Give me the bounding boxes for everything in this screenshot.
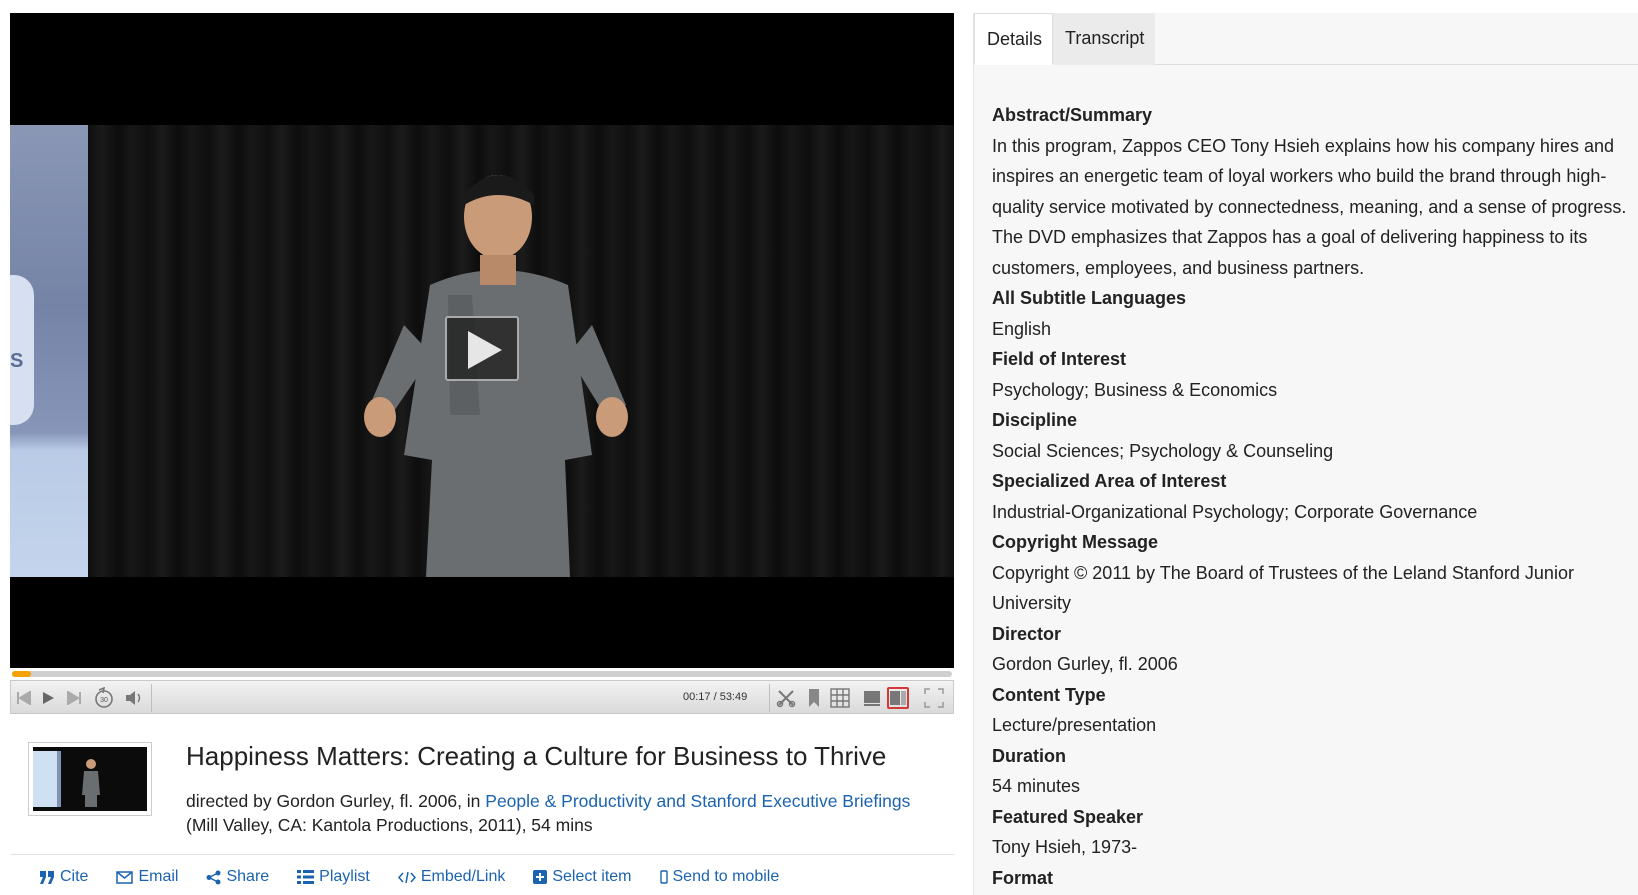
detail-value: Lecture/presentation bbox=[992, 715, 1157, 735]
byline-prefix: directed by Gordon Gurley, fl. 2006, in bbox=[186, 791, 486, 811]
select-item-button[interactable]: Select item bbox=[533, 868, 632, 886]
detail-value: Psychology; Business & Economics bbox=[992, 379, 1278, 400]
controls-divider bbox=[769, 684, 770, 712]
player-controls: 30 00:17 / 53:49 bbox=[10, 680, 954, 714]
progress-bar[interactable] bbox=[10, 668, 954, 678]
tab-transcript[interactable]: Transcript bbox=[1053, 13, 1155, 65]
video-title: Happiness Matters: Creating a Culture fo… bbox=[186, 741, 887, 771]
detail-value: Tony Hsieh, 1973- bbox=[992, 837, 1138, 857]
volume-button[interactable] bbox=[123, 687, 145, 709]
detail-value: Copyright © 2011 by The Board of Trustee… bbox=[992, 562, 1574, 614]
envelope-icon bbox=[116, 870, 134, 884]
thumbnail-slide bbox=[33, 751, 61, 807]
detail-label: Featured Speaker bbox=[992, 806, 1144, 827]
byline-suffix: (Mill Valley, CA: Kantola Productions, 2… bbox=[186, 815, 593, 835]
play-button[interactable] bbox=[37, 687, 59, 709]
tab-details[interactable]: Details bbox=[974, 13, 1053, 65]
share-icon bbox=[206, 870, 221, 885]
action-bar: Cite Email Share Playlist Embed/Link Sel… bbox=[40, 868, 807, 886]
grid-icon bbox=[830, 688, 850, 708]
layout-single-icon bbox=[864, 691, 880, 706]
video-byline: directed by Gordon Gurley, fl. 2006, in … bbox=[186, 789, 910, 837]
layout-single-button[interactable] bbox=[861, 687, 883, 709]
slide-letter: S bbox=[10, 350, 24, 372]
detail-label: Discipline bbox=[992, 410, 1078, 430]
email-button[interactable]: Email bbox=[116, 868, 178, 886]
panel-tabs: Details Transcript bbox=[974, 13, 1638, 65]
bookmark-icon bbox=[809, 689, 819, 707]
grid-view-button[interactable] bbox=[829, 687, 851, 709]
skip-back-button[interactable] bbox=[13, 687, 35, 709]
time-display: 00:17 / 53:49 bbox=[683, 691, 748, 703]
send-to-mobile-label: Send to mobile bbox=[672, 868, 780, 885]
cite-label: Cite bbox=[60, 868, 89, 885]
detail-value: In this program, Zappos CEO Tony Hsieh e… bbox=[992, 135, 1627, 278]
select-item-label: Select item bbox=[552, 868, 632, 885]
send-to-mobile-button[interactable]: Send to mobile bbox=[659, 868, 780, 886]
svg-text:30: 30 bbox=[100, 697, 108, 704]
embed-link-button[interactable]: Embed/Link bbox=[397, 868, 506, 886]
playlist-button[interactable]: Playlist bbox=[297, 868, 370, 886]
detail-value: 54 minutes bbox=[992, 776, 1081, 796]
fullscreen-icon bbox=[924, 688, 944, 708]
mobile-icon bbox=[659, 870, 668, 884]
progress-track[interactable] bbox=[12, 671, 952, 677]
presentation-slide: S bbox=[10, 125, 88, 577]
detail-value: English bbox=[992, 318, 1052, 339]
detail-value: Gordon Gurley, fl. 2006 bbox=[992, 654, 1178, 674]
cite-button[interactable]: Cite bbox=[40, 868, 88, 886]
bookmark-button[interactable] bbox=[803, 687, 825, 709]
details-panel: Details Transcript Abstract/Summary In t… bbox=[973, 13, 1638, 895]
playlist-label: Playlist bbox=[319, 868, 370, 885]
detail-value: Industrial-Organizational Psychology; Co… bbox=[992, 501, 1478, 522]
rewind-30-button[interactable]: 30 bbox=[93, 687, 115, 709]
layout-split-button[interactable] bbox=[887, 687, 909, 709]
plus-square-icon bbox=[533, 870, 548, 884]
video-thumbnail[interactable] bbox=[28, 742, 152, 816]
volume-icon bbox=[126, 691, 141, 705]
scissors-icon bbox=[776, 690, 796, 708]
rewind-30-icon: 30 bbox=[95, 687, 113, 708]
progress-fill bbox=[12, 671, 31, 677]
embed-link-label: Embed/Link bbox=[420, 868, 506, 885]
detail-value: Social Sciences; Psychology & Counseling bbox=[992, 440, 1334, 461]
skip-forward-icon bbox=[67, 691, 81, 705]
play-small-icon bbox=[43, 692, 54, 704]
clip-button[interactable] bbox=[775, 687, 797, 709]
skip-forward-button[interactable] bbox=[63, 687, 85, 709]
detail-label: Field of Interest bbox=[992, 349, 1127, 369]
detail-label: Duration bbox=[992, 745, 1066, 766]
video-frame[interactable]: S bbox=[10, 13, 954, 668]
share-button[interactable]: Share bbox=[206, 868, 269, 886]
play-icon bbox=[468, 331, 502, 369]
detail-label: Abstract/Summary bbox=[992, 105, 1153, 125]
details-list: Abstract/Summary In this program, Zappos… bbox=[992, 100, 1632, 893]
fullscreen-button[interactable] bbox=[923, 687, 945, 709]
email-label: Email bbox=[138, 868, 179, 885]
detail-label: Content Type bbox=[992, 684, 1106, 705]
detail-label: All Subtitle Languages bbox=[992, 288, 1187, 308]
video-player[interactable]: S 30 00:17 / 53:49 bbox=[10, 13, 954, 721]
share-label: Share bbox=[226, 868, 270, 885]
series-link[interactable]: People & Productivity and Stanford Execu… bbox=[485, 791, 910, 811]
controls-divider bbox=[151, 684, 152, 712]
detail-label: Format bbox=[992, 867, 1054, 888]
section-divider bbox=[10, 854, 954, 855]
play-overlay-button[interactable] bbox=[445, 316, 519, 381]
code-icon bbox=[397, 871, 416, 884]
thumbnail-speaker bbox=[82, 759, 100, 807]
detail-label: Specialized Area of Interest bbox=[992, 471, 1227, 491]
detail-label: Copyright Message bbox=[992, 532, 1159, 552]
detail-label: Director bbox=[992, 623, 1062, 644]
list-icon bbox=[297, 870, 315, 884]
skip-back-icon bbox=[17, 691, 31, 705]
quote-icon bbox=[40, 870, 55, 884]
layout-split-icon bbox=[890, 691, 906, 705]
thumbnail-image bbox=[33, 747, 147, 811]
